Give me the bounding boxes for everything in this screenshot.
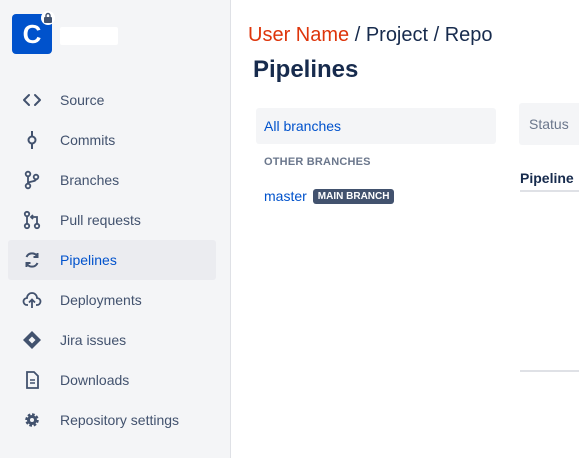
sidebar-item-pipelines[interactable]: Pipelines [8,240,216,280]
breadcrumb-user[interactable]: User Name [248,24,349,46]
sidebar-item-label: Pipelines [60,252,117,268]
jira-icon [20,328,44,352]
breadcrumb-project[interactable]: Project [366,24,428,46]
document-icon [20,368,44,392]
breadcrumb-separator: / [428,24,445,46]
sidebar-item-label: Pull requests [60,212,141,228]
table-divider [520,370,579,372]
branch-list: All branches OTHER BRANCHES master MAIN … [256,108,496,206]
sidebar: C Source Commits Branches Pull requests … [0,0,231,458]
sidebar-item-label: Commits [60,132,116,148]
branch-item: master MAIN BRANCH [256,186,496,206]
breadcrumb-repo[interactable]: Repo [445,24,493,46]
pipeline-column-header: Pipeline [520,166,579,192]
all-branches-item[interactable]: All branches [256,108,496,144]
sidebar-item-label: Repository settings [60,412,180,428]
sidebar-item-deployments[interactable]: Deployments [8,280,216,320]
lock-icon [41,11,55,25]
repo-name-redacted [60,27,118,45]
status-filter-dropdown[interactable]: Status [519,103,579,145]
page-title: Pipelines [253,56,359,83]
branch-name[interactable]: master [264,188,307,204]
main-branch-badge: MAIN BRANCH [312,188,395,204]
sidebar-item-source[interactable]: Source [8,80,216,120]
sidebar-item-repository-settings[interactable]: Repository settings [8,400,216,440]
cloud-upload-icon [20,288,44,312]
sidebar-item-label: Source [60,92,105,108]
sidebar-item-label: Deployments [60,292,142,308]
sidebar-item-jira-issues[interactable]: Jira issues [8,320,216,360]
sidebar-item-label: Branches [60,172,120,188]
sidebar-item-commits[interactable]: Commits [8,120,216,160]
sidebar-item-branches[interactable]: Branches [8,160,216,200]
other-branches-heading: OTHER BRANCHES [264,156,371,168]
gear-icon [20,408,44,432]
sidebar-item-downloads[interactable]: Downloads [8,360,216,400]
branch-icon [20,168,44,192]
sidebar-nav: Source Commits Branches Pull requests Pi… [8,80,216,440]
sidebar-item-label: Downloads [60,372,130,388]
repo-avatar[interactable]: C [12,11,55,54]
source-code-icon [20,88,44,112]
breadcrumb-separator: / [349,24,366,46]
sidebar-item-pull-requests[interactable]: Pull requests [8,200,216,240]
commit-icon [20,128,44,152]
pull-request-icon [20,208,44,232]
breadcrumb: User Name / Project / Repo [248,24,493,47]
pipelines-icon [20,248,44,272]
sidebar-item-label: Jira issues [60,332,127,348]
